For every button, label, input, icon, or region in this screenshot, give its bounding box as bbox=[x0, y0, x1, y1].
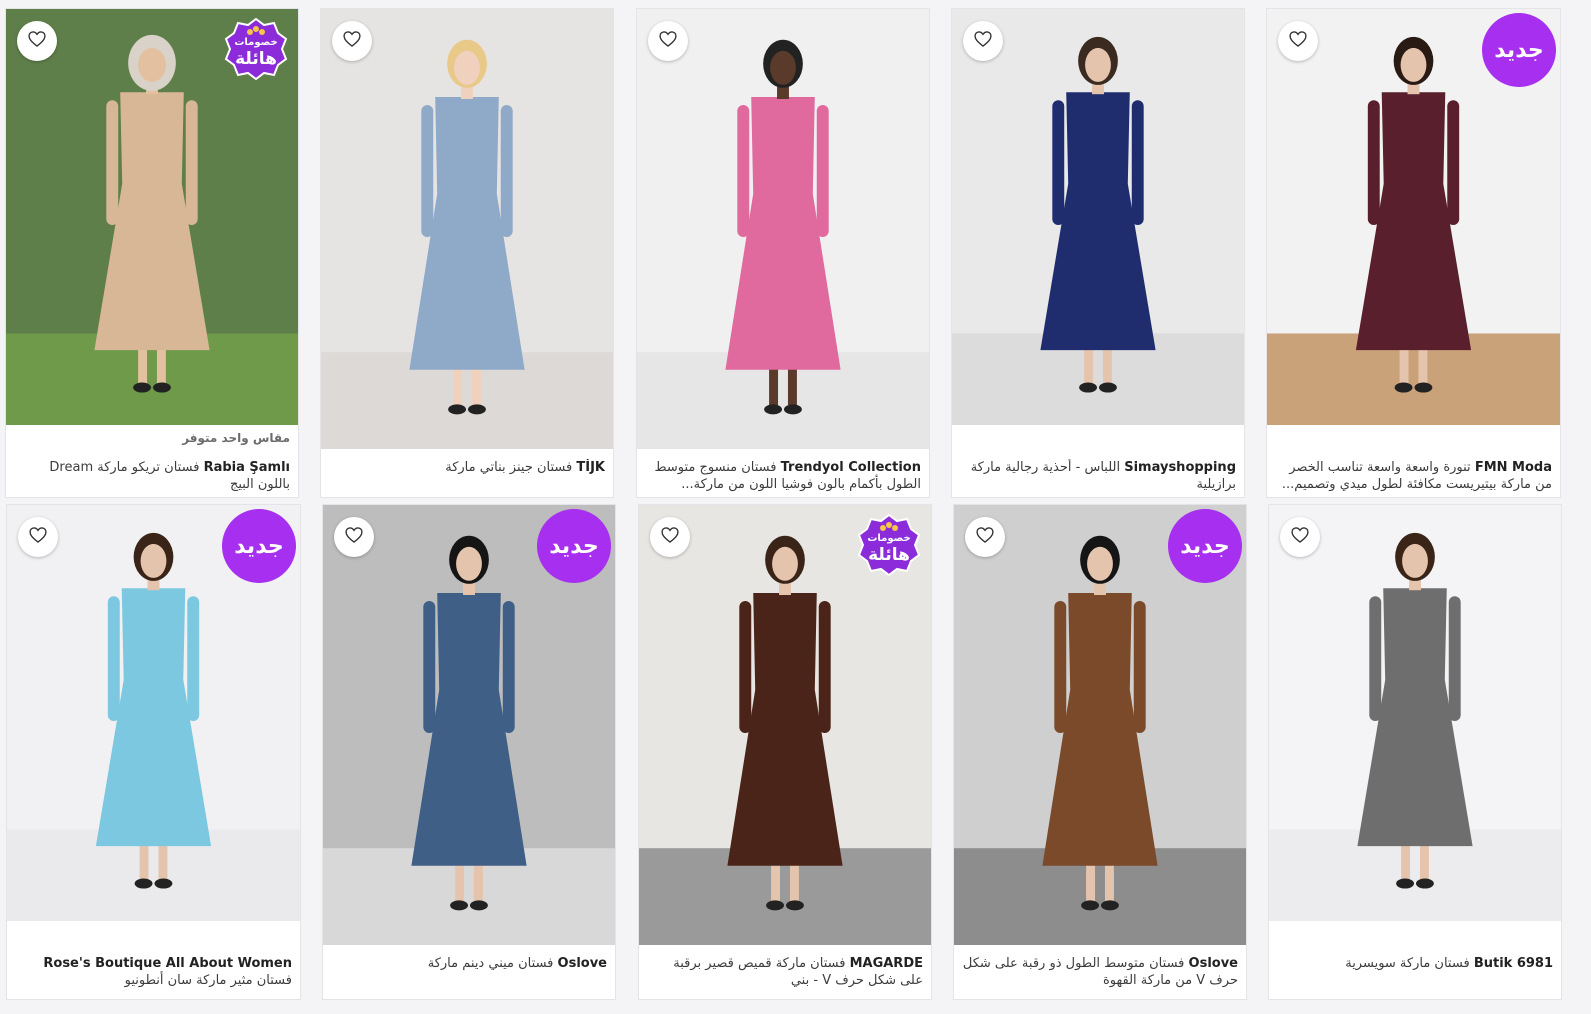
product-card[interactable]: خصومات هائلة MAGARDE فستان ماركة قميص قصير… bbox=[638, 504, 932, 1000]
product-card[interactable]: جديد Rose's Boutique All About Women فستا… bbox=[6, 504, 301, 1000]
product-title[interactable]: Rose's Boutique All About Women فستان مث… bbox=[15, 955, 292, 989]
new-badge: جديد bbox=[537, 509, 611, 583]
favorite-button[interactable] bbox=[650, 517, 690, 557]
product-brand: Oslove bbox=[557, 956, 607, 971]
product-card[interactable]: Trendyol Collection فستان منسوج متوسط ال… bbox=[636, 8, 930, 498]
favorite-button[interactable] bbox=[648, 21, 688, 61]
product-card[interactable]: TİJK فستان جينز بناتي ماركة bbox=[320, 8, 614, 498]
product-grid: خصومات هائلة مقاس واحد متوفر Rabia Şamlı فس… bbox=[0, 0, 1591, 1014]
heart-outline-icon bbox=[28, 525, 48, 549]
product-brand: TİJK bbox=[576, 460, 605, 475]
product-title[interactable]: Oslove فستان ميني دينم ماركة bbox=[331, 955, 607, 989]
favorite-button[interactable] bbox=[1278, 21, 1318, 61]
sale-badge-label-bottom: هائلة bbox=[235, 49, 277, 69]
product-image[interactable] bbox=[637, 9, 929, 449]
product-title[interactable]: TİJK فستان جينز بناتي ماركة bbox=[329, 459, 605, 493]
product-brand: Simayshopping bbox=[1124, 460, 1236, 475]
product-image[interactable] bbox=[952, 9, 1244, 425]
product-card[interactable]: جديد Oslove فستان متوسط الطول ذو رقبة على… bbox=[953, 504, 1247, 1000]
product-card[interactable]: خصومات هائلة مقاس واحد متوفر Rabia Şamlı فس… bbox=[5, 8, 299, 498]
product-card[interactable]: جديد Oslove فستان ميني دينم ماركة bbox=[322, 504, 616, 1000]
new-badge: جديد bbox=[1482, 13, 1556, 87]
product-title[interactable]: Simayshopping اللباس - أحذية رجالية مارك… bbox=[960, 459, 1236, 493]
product-name: فستان مثير ماركة سان أنطونيو bbox=[124, 973, 292, 988]
heart-outline-icon bbox=[658, 29, 678, 53]
product-name: فستان ماركة سويسرية bbox=[1345, 956, 1470, 971]
product-card[interactable]: جديد FMN Moda تنورة واسعة واسعة تناسب الخ… bbox=[1266, 8, 1561, 498]
favorite-button[interactable] bbox=[963, 21, 1003, 61]
product-brand: MAGARDE bbox=[849, 956, 923, 971]
heart-outline-icon bbox=[975, 525, 995, 549]
product-brand: Trendyol Collection bbox=[780, 460, 921, 475]
product-title[interactable]: Oslove فستان متوسط الطول ذو رقبة على شكل… bbox=[962, 955, 1238, 989]
heart-outline-icon bbox=[1288, 29, 1308, 53]
product-image[interactable] bbox=[1269, 505, 1561, 921]
heart-outline-icon bbox=[1290, 525, 1310, 549]
favorite-button[interactable] bbox=[1280, 517, 1320, 557]
sale-badge-label-bottom: هائلة bbox=[868, 545, 910, 565]
product-card[interactable]: Simayshopping اللباس - أحذية رجالية مارك… bbox=[951, 8, 1245, 498]
sale-badge-label-top: خصومات bbox=[234, 37, 278, 48]
product-title[interactable]: Trendyol Collection فستان منسوج متوسط ال… bbox=[645, 459, 921, 493]
product-brand: Oslove bbox=[1188, 956, 1238, 971]
favorite-button[interactable] bbox=[18, 517, 58, 557]
stock-note: مقاس واحد متوفر bbox=[182, 431, 290, 445]
product-image[interactable] bbox=[321, 9, 613, 449]
product-brand: Butik 6981 bbox=[1473, 956, 1553, 971]
product-title[interactable]: FMN Moda تنورة واسعة واسعة تناسب الخصر م… bbox=[1275, 459, 1552, 493]
heart-outline-icon bbox=[342, 29, 362, 53]
product-name: فستان ميني دينم ماركة bbox=[427, 956, 554, 971]
product-card[interactable]: Butik 6981 فستان ماركة سويسرية bbox=[1268, 504, 1562, 1000]
sale-badge: خصومات هائلة bbox=[855, 511, 923, 579]
product-title[interactable]: Rabia Şamlı فستان تريكو ماركة Dream بالل… bbox=[14, 459, 290, 493]
favorite-button[interactable] bbox=[965, 517, 1005, 557]
favorite-button[interactable] bbox=[334, 517, 374, 557]
product-title[interactable]: MAGARDE فستان ماركة قميص قصير برقبة على … bbox=[647, 955, 923, 989]
product-name: فستان جينز بناتي ماركة bbox=[445, 460, 573, 475]
heart-outline-icon bbox=[27, 29, 47, 53]
heart-outline-icon bbox=[344, 525, 364, 549]
product-brand: Rabia Şamlı bbox=[203, 460, 290, 475]
favorite-button[interactable] bbox=[332, 21, 372, 61]
product-brand: Rose's Boutique All About Women bbox=[43, 956, 292, 971]
new-badge: جديد bbox=[222, 509, 296, 583]
new-badge: جديد bbox=[1168, 509, 1242, 583]
sale-badge-label-top: خصومات bbox=[867, 533, 911, 544]
heart-outline-icon bbox=[973, 29, 993, 53]
sale-badge: خصومات هائلة bbox=[222, 15, 290, 83]
heart-outline-icon bbox=[660, 525, 680, 549]
product-brand: FMN Moda bbox=[1474, 460, 1552, 475]
product-title[interactable]: Butik 6981 فستان ماركة سويسرية bbox=[1277, 955, 1553, 989]
favorite-button[interactable] bbox=[17, 21, 57, 61]
